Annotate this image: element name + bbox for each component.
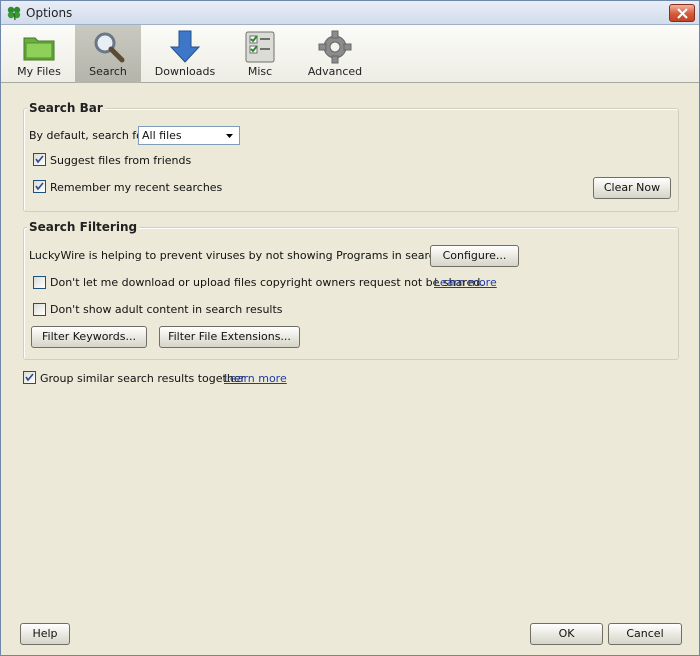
tab-search[interactable]: Search bbox=[75, 25, 141, 83]
suggest-friends-label: Suggest files from friends bbox=[50, 154, 192, 167]
tab-my-files[interactable]: My Files bbox=[11, 25, 67, 83]
chevron-down-icon bbox=[226, 134, 233, 138]
download-arrow-icon bbox=[167, 29, 203, 65]
copyright-checkbox[interactable] bbox=[33, 276, 46, 289]
select-value: All files bbox=[142, 129, 182, 142]
filter-keywords-button[interactable]: Filter Keywords... bbox=[31, 326, 147, 348]
copyright-label: Don't let me download or upload files co… bbox=[50, 276, 484, 289]
check-icon bbox=[25, 373, 34, 382]
tab-label: My Files bbox=[17, 65, 61, 78]
check-icon bbox=[35, 182, 44, 191]
search-bar-title: Search Bar bbox=[27, 101, 105, 115]
default-search-label: By default, search for bbox=[29, 129, 148, 142]
copyright-learn-more-link[interactable]: Learn more bbox=[434, 276, 497, 289]
close-icon bbox=[677, 8, 688, 19]
remember-searches-checkbox[interactable] bbox=[33, 180, 46, 193]
clover-icon bbox=[6, 5, 22, 21]
tab-advanced[interactable]: Advanced bbox=[301, 25, 369, 83]
tab-downloads[interactable]: Downloads bbox=[151, 25, 219, 83]
default-search-select[interactable]: All files bbox=[138, 126, 240, 145]
tab-label: Advanced bbox=[307, 65, 363, 78]
options-window: Options My Files Search Downloads Misc A… bbox=[0, 0, 700, 656]
tab-label: Search bbox=[89, 65, 127, 78]
ok-button[interactable]: OK bbox=[530, 623, 603, 645]
group-similar-label: Group similar search results together bbox=[40, 372, 246, 385]
search-filtering-title: Search Filtering bbox=[27, 220, 140, 234]
folder-icon bbox=[21, 29, 57, 65]
suggest-friends-checkbox[interactable] bbox=[33, 153, 46, 166]
group-similar-checkbox[interactable] bbox=[23, 371, 36, 384]
tab-misc[interactable]: Misc bbox=[237, 25, 283, 83]
tab-label: Downloads bbox=[154, 65, 216, 78]
virus-protection-text: LuckyWire is helping to prevent viruses … bbox=[29, 249, 486, 262]
adult-content-checkbox[interactable] bbox=[33, 303, 46, 316]
options-toolbar: My Files Search Downloads Misc Advanced bbox=[1, 25, 699, 83]
group-similar-learn-more-link[interactable]: Learn more bbox=[224, 372, 287, 385]
checklist-icon bbox=[242, 29, 278, 65]
title-bar[interactable]: Options bbox=[1, 1, 699, 25]
remember-searches-label: Remember my recent searches bbox=[50, 181, 223, 194]
configure-button[interactable]: Configure... bbox=[430, 245, 519, 267]
window-title: Options bbox=[26, 6, 73, 20]
gear-icon bbox=[317, 29, 353, 65]
magnifier-icon bbox=[90, 29, 126, 65]
adult-content-label: Don't show adult content in search resul… bbox=[50, 303, 283, 316]
tab-label: Misc bbox=[247, 65, 273, 78]
close-button[interactable] bbox=[669, 4, 695, 22]
clear-now-button[interactable]: Clear Now bbox=[593, 177, 671, 199]
cancel-button[interactable]: Cancel bbox=[608, 623, 682, 645]
help-button[interactable]: Help bbox=[20, 623, 70, 645]
check-icon bbox=[35, 155, 44, 164]
filter-extensions-button[interactable]: Filter File Extensions... bbox=[159, 326, 300, 348]
